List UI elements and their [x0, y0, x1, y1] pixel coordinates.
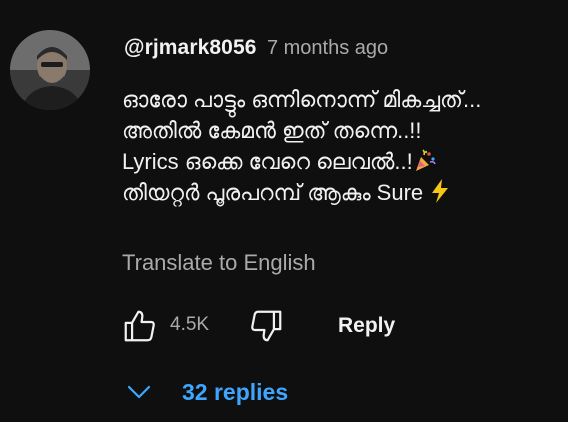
thumbs-up-icon — [124, 310, 155, 342]
like-count: 4.5K — [170, 314, 210, 335]
user-avatar-icon — [10, 30, 90, 110]
comment-thread: @rjmark8056 7 months ago ഓരോ പാട്ടും ഒന്… — [0, 0, 568, 422]
comment-header: @rjmark8056 7 months ago — [124, 36, 388, 60]
author-avatar[interactable] — [10, 30, 90, 110]
lightning-bolt-icon — [429, 178, 451, 212]
view-replies-button[interactable]: 32 replies — [124, 370, 288, 414]
translate-link[interactable]: Translate to English — [122, 250, 316, 276]
chevron-down-icon — [127, 385, 151, 399]
comment-actions: 4.5K Reply — [118, 304, 538, 348]
like-button[interactable] — [118, 304, 162, 348]
comment-text: ഓരോ പാട്ടും ഒന്നിനൊന്ന് മികച്ചത്... അതിൽ… — [122, 84, 552, 208]
comment-line: തിയറ്റർ പൂരപറമ്പ് ആകും Sure — [122, 177, 552, 208]
reply-button[interactable]: Reply — [326, 306, 407, 346]
comment-timestamp[interactable]: 7 months ago — [267, 37, 388, 59]
comment-line: അതിൽ കേമൻ ഇത് തന്നെ..!! — [122, 118, 422, 143]
comment-line: ഓരോ പാട്ടും ഒന്നിനൊന്ന് മികച്ചത്... — [122, 87, 482, 112]
dislike-button[interactable] — [244, 304, 288, 348]
thumbs-down-icon — [251, 310, 282, 342]
comment-line: Lyrics ഒക്കെ വേറെ ലെവൽ..! — [122, 146, 552, 177]
author-name[interactable]: @rjmark8056 — [124, 36, 257, 59]
replies-count-label: 32 replies — [182, 378, 289, 405]
